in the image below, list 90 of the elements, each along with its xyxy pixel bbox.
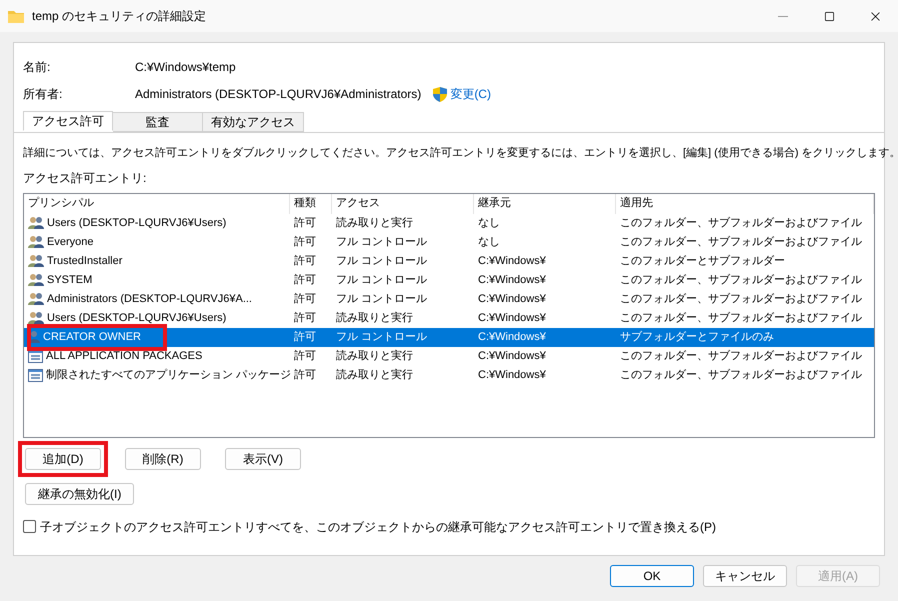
name-value: C:¥Windows¥temp [135,59,236,76]
table-cell-text: フル コントロール [335,330,428,345]
table-cell-text: C:¥Windows¥ [477,330,547,345]
instructions-text: 詳細については、アクセス許可エントリをダブルクリックしてください。アクセス許可エントリを変更するには、エントリを選択し、[編集] (使用できる場合) をクリックします。 [23,146,898,161]
table-cell-text: TrustedInstaller [47,254,122,269]
replace-checkbox[interactable] [23,520,36,533]
permission-row[interactable]: ALL APPLICATION PACKAGES 許可 読み取りと実行 C:¥Windows¥ このフォルダー、サブフォルダーおよびファイル [24,346,874,366]
tab[interactable]: 監査 [113,112,203,132]
user-group-icon [28,292,44,306]
action-button[interactable]: 削除(R) [125,448,201,470]
user-group-icon [28,311,44,325]
dialog-button[interactable]: OK [610,565,694,587]
table-cell-text: フル コントロール [335,292,428,307]
permission-row[interactable]: 制限されたすべてのアプリケーション パッケージ 許可 読み取りと実行 C:¥Windows¥ このフォルダー、サブフォルダーおよびファイル [24,366,874,384]
list-label: アクセス許可エントリ: [23,170,148,186]
package-icon [28,368,43,382]
table-cell-text: フル コントロール [335,254,428,269]
permission-row[interactable]: Users (DESKTOP-LQURVJ6¥Users) 許可 読み取りと実行 なし このフォルダー、サブフォルダーおよびファイル [24,214,874,232]
table-cell-text: 許可 [293,272,317,288]
table-cell-text: サブフォルダーとファイルのみ [619,330,775,345]
checkbox-label: 子オブジェクトのアクセス許可エントリすべてを、このオブジェクトからの継承可能なアクセス許可エントリで置き換える(P) [40,518,716,536]
window-title: temp のセキュリティの詳細設定 [32,8,206,25]
table-cell-text: このフォルダーとサブフォルダー [619,254,786,269]
tab[interactable]: アクセス許可 [23,111,113,131]
table-cell-text: 許可 [293,216,317,231]
table-cell-text: Everyone [47,234,94,250]
tab[interactable]: 有効なアクセス [203,112,304,132]
table-cell-text: 読み取りと実行 [335,368,414,383]
table-cell-text: このフォルダー、サブフォルダーおよびファイル [619,348,863,364]
table-cell-text: 制限されたすべてのアプリケーション パッケージ [46,368,292,383]
column-header[interactable]: プリンシパル [24,194,290,214]
user-group-icon [28,273,44,287]
dialog-button[interactable]: キャンセル [703,565,787,587]
owner-value: Administrators (DESKTOP-LQURVJ6¥Administrators) [135,86,422,103]
user-group-icon [28,235,44,249]
shield-icon [433,86,448,102]
table-cell-text: ALL APPLICATION PACKAGES [46,348,202,364]
table-cell-text: 許可 [293,330,317,345]
owner-label: 所有者: [23,86,64,103]
table-cell-text: Users (DESKTOP-LQURVJ6¥Users) [47,216,226,231]
permission-row[interactable]: Everyone 許可 フル コントロール なし このフォルダー、サブフォルダーおよびファイル [24,232,874,252]
table-cell-text: C:¥Windows¥ [477,368,547,383]
permission-row[interactable]: Administrators (DESKTOP-LQURVJ6¥A... 許可 フル コントロール C:¥Windows¥ このフォルダー、サブフォルダーおよびファイル [24,290,874,308]
column-header[interactable]: アクセス [332,194,474,214]
table-cell-text: このフォルダー、サブフォルダーおよびファイル [619,216,863,231]
table-cell-text: 許可 [293,254,317,269]
column-header[interactable]: 継承元 [474,194,616,214]
action-button[interactable]: 表示(V) [225,448,301,470]
table-cell-text: C:¥Windows¥ [477,348,547,364]
table-cell-text: なし [477,234,501,250]
table-cell-text: 許可 [293,292,317,307]
action-button[interactable]: 追加(D) [25,448,101,470]
table-cell-text: 許可 [293,234,317,250]
table-cell-text: 許可 [293,310,317,326]
table-cell-text: SYSTEM [47,272,92,288]
table-cell-text: このフォルダー、サブフォルダーおよびファイル [619,272,863,288]
column-header[interactable]: 適用先 [616,194,874,214]
table-cell-text: このフォルダー、サブフォルダーおよびファイル [619,234,863,250]
user-group-icon [28,254,44,268]
table-cell-text: なし [477,216,501,231]
disable-inheritance-button[interactable]: 継承の無効化(I) [25,482,134,504]
permission-row[interactable]: CREATOR OWNER 許可 フル コントロール C:¥Windows¥ サブフォルダーとファイルのみ [24,328,874,346]
table-cell-text: C:¥Windows¥ [477,310,547,326]
table-cell-text: CREATOR OWNER [43,330,141,345]
package-icon [28,350,43,362]
table-cell-text: フル コントロール [335,272,428,288]
name-label: 名前: [23,59,52,76]
user-icon [28,330,40,344]
permission-row[interactable]: Users (DESKTOP-LQURVJ6¥Users) 許可 読み取りと実行 C:¥Windows¥ このフォルダー、サブフォルダーおよびファイル [24,308,874,328]
change-owner-link[interactable]: 変更(C) [450,85,491,103]
table-cell-text: このフォルダー、サブフォルダーおよびファイル [619,292,863,307]
table-cell-text: C:¥Windows¥ [477,292,547,307]
table-cell-text: 許可 [293,348,317,364]
table-cell-text: 読み取りと実行 [335,216,414,231]
table-cell-text: このフォルダー、サブフォルダーおよびファイル [619,368,863,383]
column-header[interactable]: 種類 [290,194,332,214]
table-cell-text: このフォルダー、サブフォルダーおよびファイル [619,310,863,326]
maximize-icon [824,10,834,22]
table-cell-text: 許可 [293,368,317,383]
permission-row[interactable]: TrustedInstaller 許可 フル コントロール C:¥Windows¥ このフォルダーとサブフォルダー [24,252,874,270]
table-cell-text: 読み取りと実行 [335,348,414,364]
table-cell-text: 読み取りと実行 [335,310,414,326]
table-cell-text: C:¥Windows¥ [477,254,547,269]
table-cell-text: Users (DESKTOP-LQURVJ6¥Users) [47,310,226,326]
table-cell-text: C:¥Windows¥ [477,272,547,288]
permission-row[interactable]: SYSTEM 許可 フル コントロール C:¥Windows¥ このフォルダー、サブフォルダーおよびファイル [24,270,874,290]
user-group-icon [28,216,44,230]
table-cell-text: Administrators (DESKTOP-LQURVJ6¥A... [47,292,252,307]
table-cell-text: フル コントロール [335,234,428,250]
folder-icon [8,10,24,22]
